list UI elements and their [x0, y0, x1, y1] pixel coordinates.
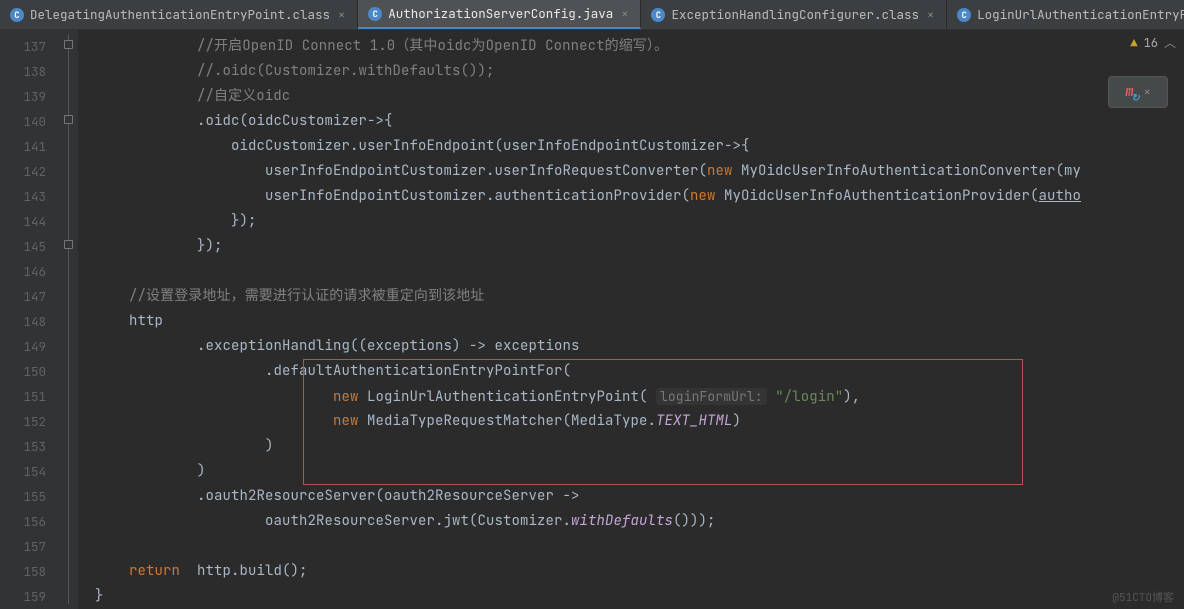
line-number: 151: [0, 384, 60, 409]
code-text: userInfoEndpointCustomizer.userInfoReque…: [265, 162, 707, 180]
code-keyword: new: [333, 412, 359, 430]
parameter-hint: loginFormUrl:: [656, 388, 767, 405]
code-text: });: [231, 212, 257, 230]
code-text: //自定义oidc: [197, 87, 290, 105]
code-text: ()));: [673, 512, 716, 530]
code-text: MediaTypeRequestMatcher(MediaType.: [359, 412, 657, 430]
code-text: .exceptionHandling((exceptions) -> excep…: [197, 337, 580, 355]
line-number: 150: [0, 359, 60, 384]
line-number: 154: [0, 459, 60, 484]
line-number: 149: [0, 334, 60, 359]
java-class-icon: C: [957, 8, 971, 22]
code-text: MyOidcUserInfoAuthenticationConverter(my: [733, 162, 1082, 180]
line-number: 137: [0, 34, 60, 59]
line-gutter: 1371381391401411421431441451461471481491…: [0, 30, 60, 609]
close-icon[interactable]: ×: [336, 7, 347, 23]
line-number: 144: [0, 209, 60, 234]
line-number: 141: [0, 134, 60, 159]
editor-tab-active[interactable]: C AuthorizationServerConfig.java ×: [358, 0, 641, 29]
line-number: 139: [0, 84, 60, 109]
code-text: MyOidcUserInfoAuthenticationProvider(: [716, 187, 1039, 205]
line-number: 152: [0, 409, 60, 434]
code-constant: TEXT_HTML: [656, 412, 733, 430]
editor: 1371381391401411421431441451461471481491…: [0, 30, 1184, 609]
line-number: 159: [0, 584, 60, 609]
code-text: http: [129, 312, 163, 330]
line-number: 155: [0, 484, 60, 509]
code-keyword: new: [333, 388, 359, 406]
code-text: .oidc(oidcCustomizer->{: [197, 112, 393, 130]
editor-tab[interactable]: C DelegatingAuthenticationEntryPoint.cla…: [0, 0, 358, 29]
code-text: LoginUrlAuthenticationEntryPoint(: [359, 388, 648, 406]
code-text: userInfoEndpointCustomizer.authenticatio…: [265, 187, 690, 205]
line-number: 140: [0, 109, 60, 134]
code-text: ): [197, 462, 206, 480]
java-class-icon: C: [10, 8, 24, 22]
tab-label: LoginUrlAuthenticationEntryPoint.class: [977, 6, 1184, 23]
line-number: 148: [0, 309, 60, 334]
code-text: .oauth2ResourceServer(oauth2ResourceServ…: [197, 487, 580, 505]
line-number: 156: [0, 509, 60, 534]
line-number: 138: [0, 59, 60, 84]
line-number: 147: [0, 284, 60, 309]
watermark-text: @51CTO博客: [1112, 589, 1174, 605]
editor-tab[interactable]: C ExceptionHandlingConfigurer.class ×: [641, 0, 947, 29]
fold-column: [60, 30, 78, 609]
code-text: //.oidc(Customizer.withDefaults());: [197, 62, 495, 80]
fold-node-icon[interactable]: [64, 240, 73, 249]
java-class-icon: C: [368, 7, 382, 21]
code-text: //设置登录地址，需要进行认证的请求被重定向到该地址: [129, 287, 484, 305]
code-text: oauth2ResourceServer.jwt(Customizer.: [265, 512, 571, 530]
code-text: ): [733, 412, 742, 430]
code-text: autho: [1039, 187, 1082, 205]
code-keyword: return: [129, 562, 180, 580]
java-class-icon: C: [651, 8, 665, 22]
close-icon[interactable]: ×: [925, 7, 936, 23]
line-number: 153: [0, 434, 60, 459]
tab-label: DelegatingAuthenticationEntryPoint.class: [30, 6, 330, 23]
code-text: ): [265, 437, 274, 455]
code-method: withDefaults: [571, 512, 673, 530]
line-number: 157: [0, 534, 60, 559]
code-text: });: [197, 237, 223, 255]
code-keyword: new: [690, 187, 716, 205]
fold-node-icon[interactable]: [64, 115, 73, 124]
left-marker-strip: [0, 60, 3, 609]
line-number: 145: [0, 234, 60, 259]
code-text: ),: [843, 388, 860, 406]
code-text: .defaultAuthenticationEntryPointFor(: [265, 362, 571, 380]
code-string: "/login": [767, 388, 844, 406]
line-number: 143: [0, 184, 60, 209]
code-area[interactable]: //开启OpenID Connect 1.0（其中oidc为OpenID Con…: [78, 30, 1184, 609]
tab-label: AuthorizationServerConfig.java: [388, 5, 613, 22]
code-text: http.build();: [180, 562, 308, 580]
line-number: 142: [0, 159, 60, 184]
code-text: oidcCustomizer.userInfoEndpoint(userInfo…: [197, 137, 750, 155]
tab-label: ExceptionHandlingConfigurer.class: [671, 6, 919, 23]
code-text: }: [95, 587, 104, 605]
editor-tab[interactable]: C LoginUrlAuthenticationEntryPoint.class: [947, 0, 1184, 29]
line-number: 146: [0, 259, 60, 284]
fold-node-icon[interactable]: [64, 40, 73, 49]
line-number: 158: [0, 559, 60, 584]
code-text: //开启OpenID Connect 1.0（其中oidc为OpenID Con…: [197, 37, 668, 55]
close-icon[interactable]: ×: [619, 6, 630, 22]
editor-tab-bar: C DelegatingAuthenticationEntryPoint.cla…: [0, 0, 1184, 30]
code-keyword: new: [707, 162, 733, 180]
